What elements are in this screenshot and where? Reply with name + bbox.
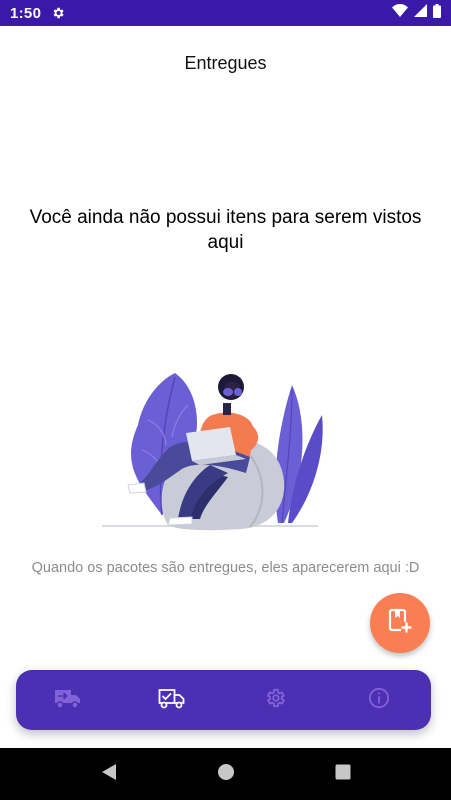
status-icons bbox=[392, 3, 441, 23]
recents-button[interactable] bbox=[335, 764, 351, 785]
nav-item-in-transit[interactable] bbox=[38, 670, 98, 730]
add-package-icon bbox=[388, 608, 412, 639]
bottom-nav bbox=[16, 670, 431, 730]
signal-icon bbox=[414, 4, 427, 22]
home-icon bbox=[217, 763, 235, 786]
status-bar: 1:50 bbox=[0, 0, 451, 26]
info-icon bbox=[368, 687, 390, 714]
home-button[interactable] bbox=[217, 763, 235, 786]
system-nav-bar bbox=[0, 748, 451, 800]
nav-item-info[interactable] bbox=[349, 670, 409, 730]
truck-icon bbox=[54, 687, 82, 714]
empty-state-heading: Você ainda não possui itens para serem v… bbox=[29, 207, 422, 253]
status-time: 1:50 bbox=[10, 4, 42, 22]
add-package-button[interactable] bbox=[370, 593, 430, 653]
battery-icon bbox=[433, 3, 441, 23]
back-button[interactable] bbox=[101, 763, 117, 786]
settings-icon bbox=[264, 687, 286, 714]
nav-item-settings[interactable] bbox=[245, 670, 305, 730]
page-title: Entregues bbox=[184, 53, 267, 73]
recents-icon bbox=[335, 764, 351, 785]
empty-state-illustration bbox=[102, 373, 323, 531]
truck-check-icon bbox=[158, 687, 186, 714]
wifi-icon bbox=[392, 4, 408, 22]
back-icon bbox=[101, 763, 117, 786]
gear-icon bbox=[51, 6, 65, 20]
nav-item-delivered[interactable] bbox=[142, 670, 202, 730]
empty-state-caption: Quando os pacotes são entregues, eles ap… bbox=[31, 560, 420, 576]
